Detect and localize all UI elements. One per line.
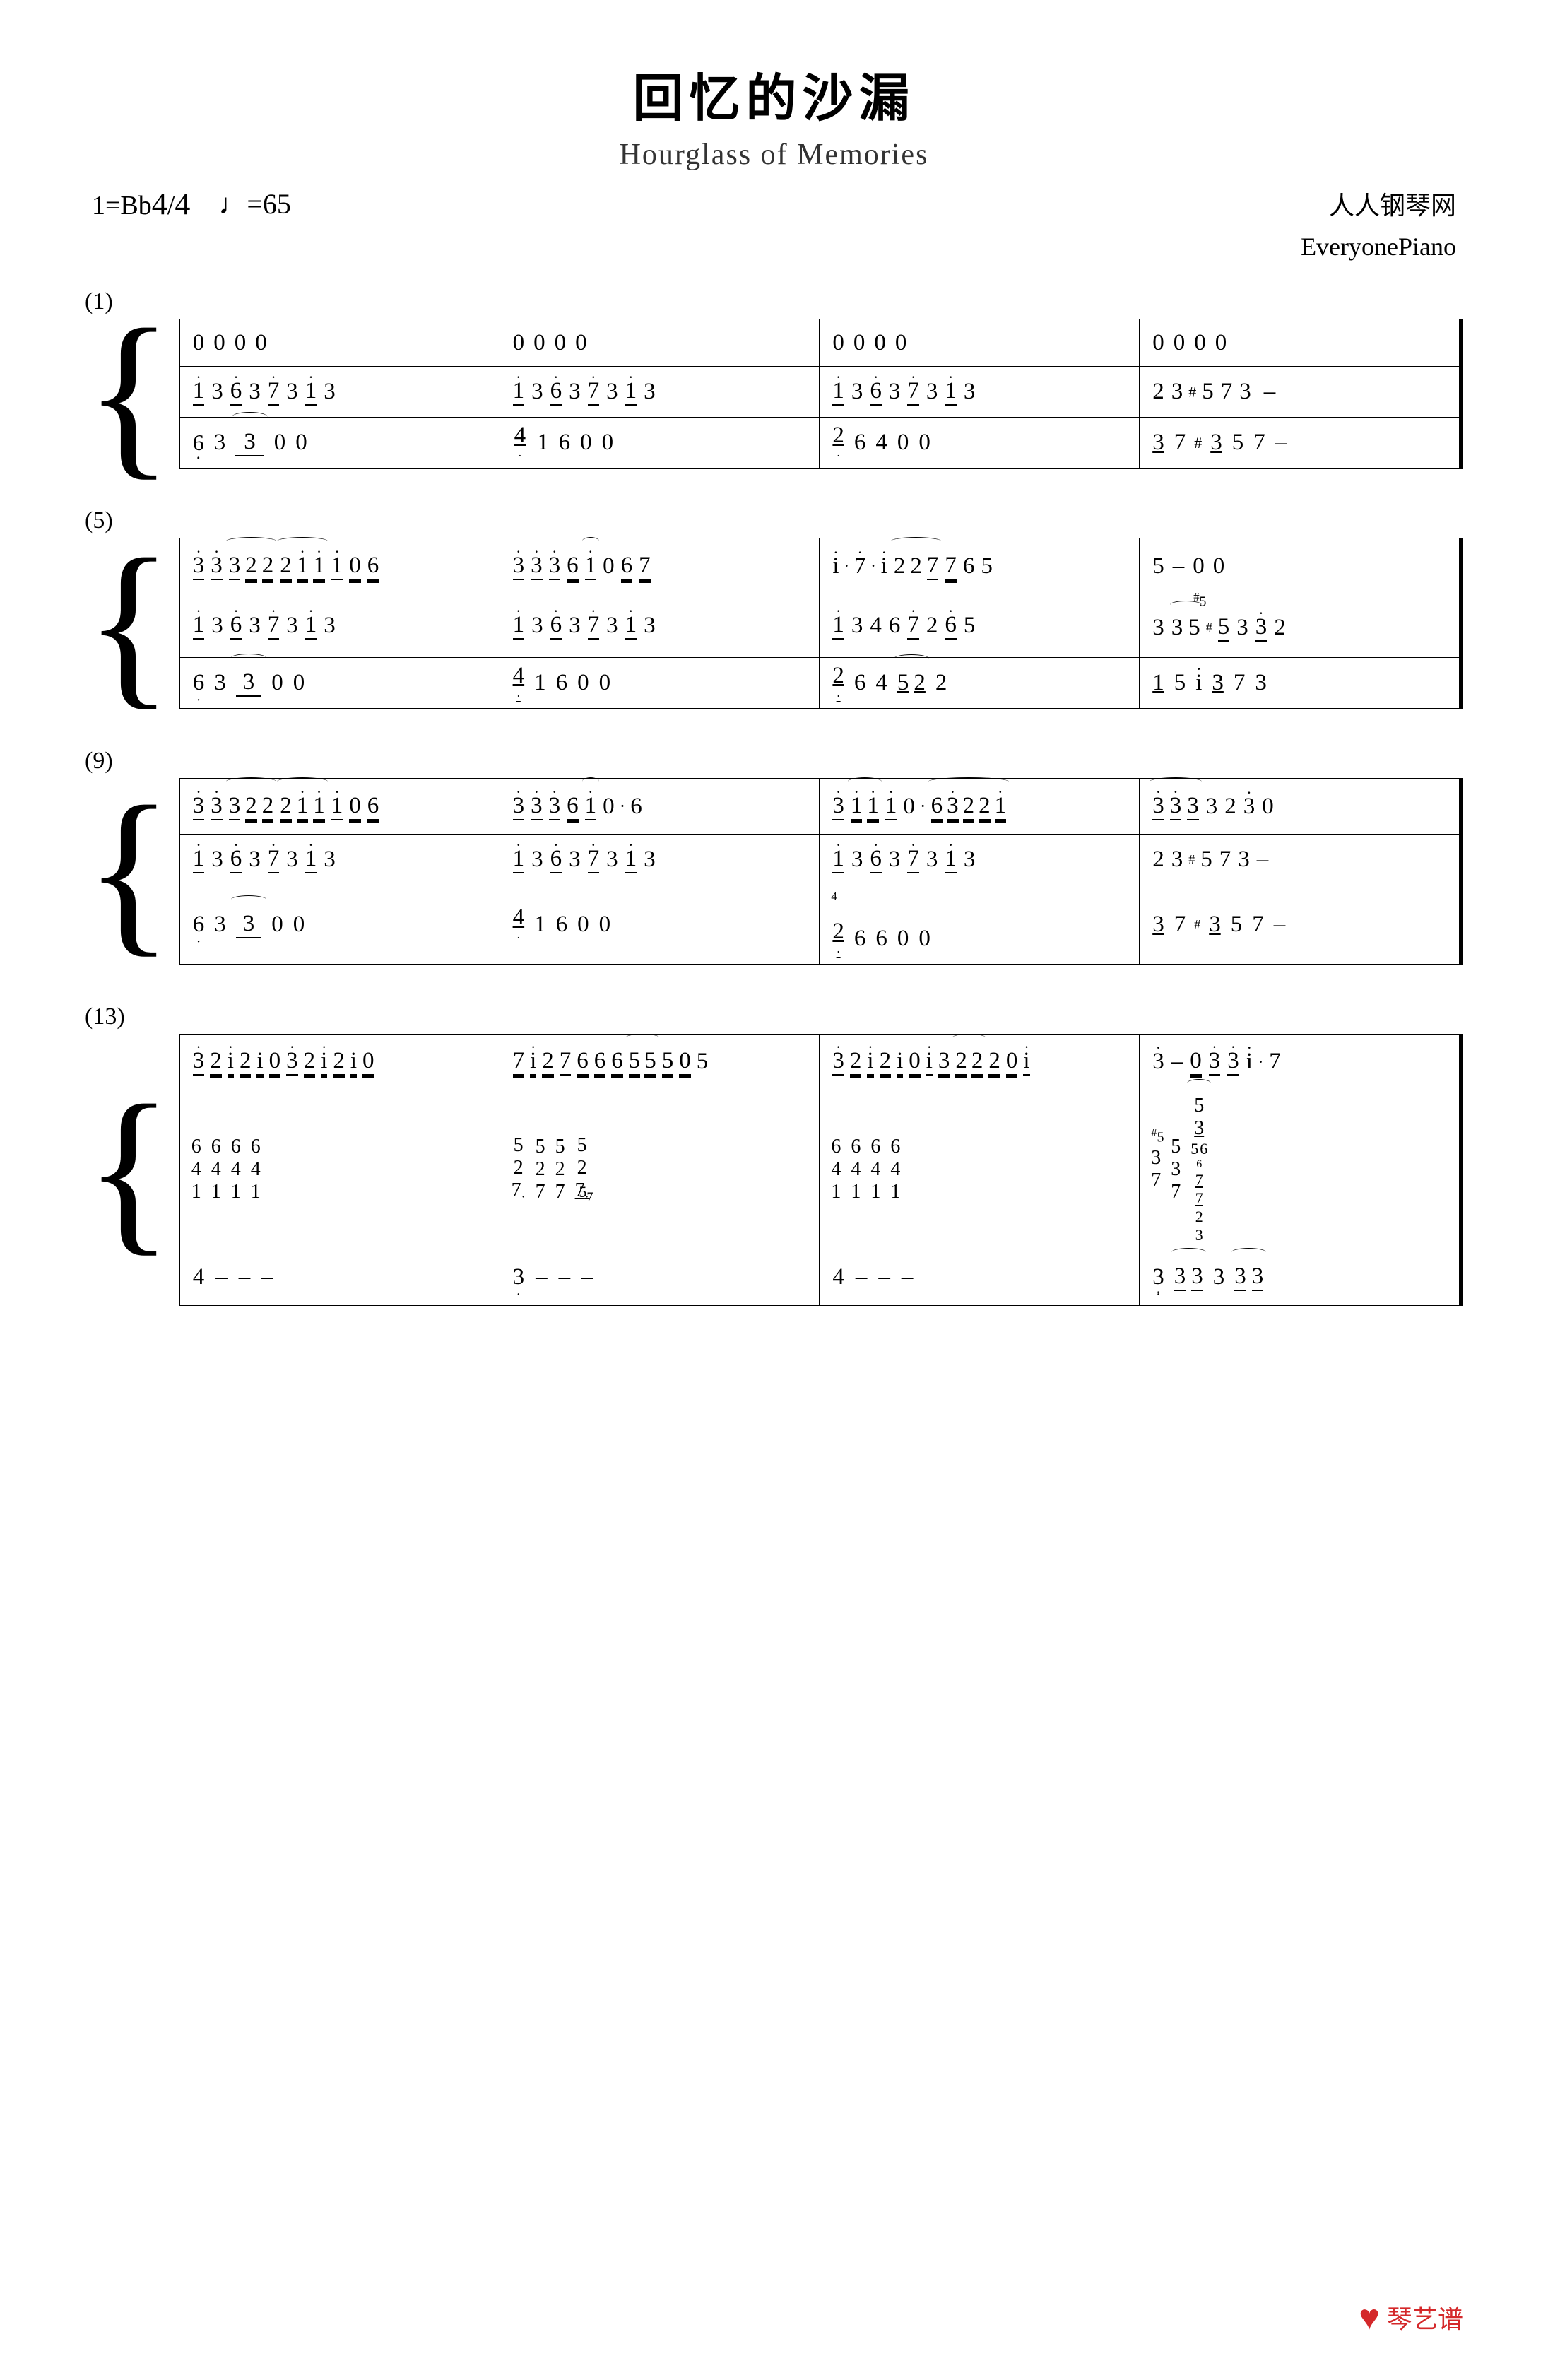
s4-m1-chord: 6 4 1 6 4 1 6 4 1 bbox=[180, 1090, 500, 1249]
title-section: 回忆的沙漏 Hourglass of Memories bbox=[85, 57, 1463, 172]
s2-m2-bass: 4· 1 6 0 0 bbox=[500, 658, 820, 708]
s4-m4-bass: 3· 3 3 3 3 3 bbox=[1140, 1249, 1461, 1305]
section-1-system: { 0 0 0 0 0 0 0 0 bbox=[85, 319, 1463, 469]
s2-m4-bass: 1 5 i 3 7 3 bbox=[1140, 658, 1461, 708]
brace-1: { bbox=[85, 319, 179, 469]
brace-3: { bbox=[85, 778, 179, 965]
m3-bass: 2· 6 4 0 0 bbox=[820, 418, 1140, 468]
section-4-system: { 3 2 i 2 i 0 3 2 i 2 i bbox=[85, 1034, 1463, 1306]
section-2-system: { 3 3 3 2 2 2 bbox=[85, 538, 1463, 709]
s4-m3-bass: 4 – – – bbox=[820, 1249, 1140, 1305]
s4-m2-bass: 3· – – – bbox=[500, 1249, 820, 1305]
s3-m1-mid: 1 3 6 3 7 3 1 3 bbox=[180, 835, 500, 885]
s2-m2-top: 3 3 3 6 1 0 6 7 bbox=[500, 538, 820, 594]
s4-m4-chord: #5 3 7 5 3 7 5 3 56 bbox=[1140, 1090, 1461, 1249]
m2-top: 0 0 0 0 bbox=[500, 319, 820, 366]
s4-m1-bass: 4 – – – bbox=[180, 1249, 500, 1305]
s3-m2-bass: 4· 1 6 0 0 bbox=[500, 885, 820, 964]
s3-m1-bass: 6· 3 3 0 0 bbox=[180, 885, 500, 964]
m3-mid: 1 3 6 3 7 3 1 3 bbox=[820, 367, 1140, 417]
sharp-sign: # bbox=[1188, 383, 1196, 401]
main-title: 回忆的沙漏 bbox=[85, 57, 1463, 131]
m2-mid: 1 3 6 3 7 3 1 3 bbox=[500, 367, 820, 417]
s2-m3-mid: 1 3 4 6 7 2 6 5 bbox=[820, 594, 1140, 657]
s3-m3-bass: 4 2· 6 6 0 0 bbox=[820, 885, 1140, 964]
m3-top: 0 0 0 0 bbox=[820, 319, 1140, 366]
m1-mid: 1 3 6 3 7 3 1 3 bbox=[180, 367, 500, 417]
s2-m1-top: 3 3 3 2 2 2 1 1 bbox=[180, 538, 500, 594]
s3-m4-mid: 2 3 #5 7 3 – bbox=[1140, 835, 1461, 885]
section-1-label: (1) bbox=[85, 288, 1463, 315]
s2-m1-mid: 1 3 6 3 7 3 1 3 bbox=[180, 594, 500, 657]
s3-m1-top: 3 3 3 2 2 2 1 1 bbox=[180, 779, 500, 834]
logo-heart-icon: ♥ bbox=[1359, 2297, 1380, 2338]
m2-bass: 4· 1 6 0 0 bbox=[500, 418, 820, 468]
section-3-label: (9) bbox=[85, 748, 1463, 774]
s3-m3-top: 3 1 1 1 0 · 6 3 2 bbox=[820, 779, 1140, 834]
s3-m3-mid: 1 3 6 3 7 3 1 3 bbox=[820, 835, 1140, 885]
s4-m2-chord: 5 2 7· 5 2 7 5 2 7 bbox=[500, 1090, 820, 1249]
s3-m4-bass: 3 7 #3 5 7 – bbox=[1140, 885, 1461, 964]
s2-m4-mid: #5 3 3 5 #5 3 3 2 bbox=[1140, 594, 1461, 657]
logo-area: ♥ 琴艺谱 bbox=[1359, 2297, 1463, 2338]
s2-m3-bass: 2· 6 4 5 2 2 bbox=[820, 658, 1140, 708]
s2-m2-mid: 1 3 6 3 7 3 1 3 bbox=[500, 594, 820, 657]
m1-top: 0 0 0 0 bbox=[180, 319, 500, 366]
s2-m4-top: 5 – 0 0 bbox=[1140, 538, 1461, 594]
meta-info: 1=Bb4/4 ♩=65 人人钢琴网 EveryonePiano bbox=[85, 186, 1463, 267]
m1-bass: 6· 3 3 0 0 bbox=[180, 418, 500, 468]
tempo-info: 1=Bb4/4 ♩=65 bbox=[92, 186, 291, 222]
brace-4: { bbox=[85, 1034, 179, 1306]
section-3-system: { 3 3 3 2 2 2 bbox=[85, 778, 1463, 965]
s4-m2-top: 7 i 2 7 6 6 6 5 5 5 0 5 bbox=[500, 1035, 820, 1090]
publisher-info: 人人钢琴网 EveryonePiano bbox=[1301, 186, 1456, 267]
section-2-label: (5) bbox=[85, 507, 1463, 534]
s4-m3-top: 3 2 i 2 i 0 i 3 2 2 2 0 bbox=[820, 1035, 1140, 1090]
s3-m2-top: 3 3 3 6 1 0 · 6 bbox=[500, 779, 820, 834]
s3-m4-top: 3 3 3 3 2 3 0 bbox=[1140, 779, 1461, 834]
m4-bass: 3 7 #3 5 7 – bbox=[1140, 418, 1461, 468]
s2-m1-bass: 6· 3 3 0 0 bbox=[180, 658, 500, 708]
brace-2: { bbox=[85, 538, 179, 709]
page: 回忆的沙漏 Hourglass of Memories 1=Bb4/4 ♩=65… bbox=[85, 57, 1463, 1306]
publisher-cn: 人人钢琴网 bbox=[1301, 186, 1456, 227]
s4-m1-top: 3 2 i 2 i 0 3 2 i 2 i 0 bbox=[180, 1035, 500, 1090]
m4-mid: 2 3 #5 7 3 – bbox=[1140, 367, 1461, 417]
s2-m3-top: i · 7 · i 2 2 7 7 6 5 bbox=[820, 538, 1140, 594]
publisher-en: EveryonePiano bbox=[1301, 227, 1456, 268]
m4-top: 0 0 0 0 bbox=[1140, 319, 1461, 366]
section-4-label: (13) bbox=[85, 1003, 1463, 1030]
s3-m2-mid: 1 3 6 3 7 3 1 3 bbox=[500, 835, 820, 885]
s4-m3-chord: 6 4 1 6 4 1 6 4 1 bbox=[820, 1090, 1140, 1249]
tempo-mark: ♩=65 bbox=[218, 187, 291, 220]
key-signature: 1=Bb4/4 bbox=[92, 186, 190, 222]
logo-text: 琴艺谱 bbox=[1387, 2299, 1463, 2335]
subtitle: Hourglass of Memories bbox=[85, 138, 1463, 172]
